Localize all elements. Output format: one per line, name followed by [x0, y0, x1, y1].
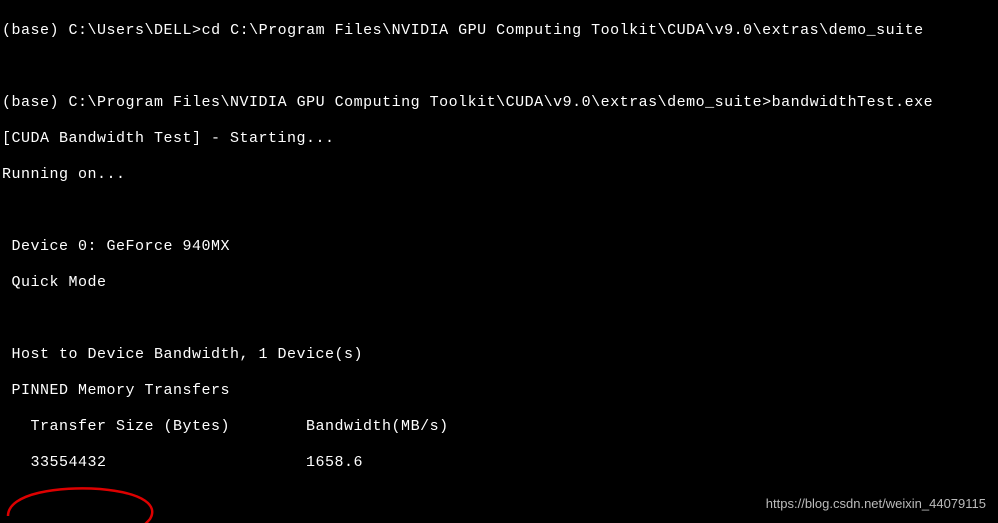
command-text: bandwidthTest.exe — [772, 94, 934, 111]
device-line: Device 0: GeForce 940MX — [2, 238, 998, 256]
prompt-path: C:\Program Files\NVIDIA GPU Computing To… — [69, 94, 772, 111]
mode-line: Quick Mode — [2, 274, 998, 292]
prompt-env: (base) — [2, 94, 59, 111]
blank-line — [2, 310, 998, 328]
prompt-line: (base) C:\Users\DELL>cd C:\Program Files… — [2, 22, 998, 40]
table-header: Transfer Size (Bytes) Bandwidth(MB/s) — [2, 418, 998, 436]
blank-line — [2, 202, 998, 220]
command-text: cd C:\Program Files\NVIDIA GPU Computing… — [202, 22, 924, 39]
section-title: Host to Device Bandwidth, 1 Device(s) — [2, 346, 998, 364]
table-row: 33554432 1658.6 — [2, 454, 998, 472]
output-line: Running on... — [2, 166, 998, 184]
prompt-env: (base) — [2, 22, 59, 39]
output-line: [CUDA Bandwidth Test] - Starting... — [2, 130, 998, 148]
blank-line — [2, 58, 998, 76]
prompt-path: C:\Users\DELL> — [69, 22, 202, 39]
watermark-text: https://blog.csdn.net/weixin_44079115 — [766, 495, 986, 513]
section-mem: PINNED Memory Transfers — [2, 382, 998, 400]
prompt-line: (base) C:\Program Files\NVIDIA GPU Compu… — [2, 94, 998, 112]
terminal-output: (base) C:\Users\DELL>cd C:\Program Files… — [0, 0, 998, 523]
